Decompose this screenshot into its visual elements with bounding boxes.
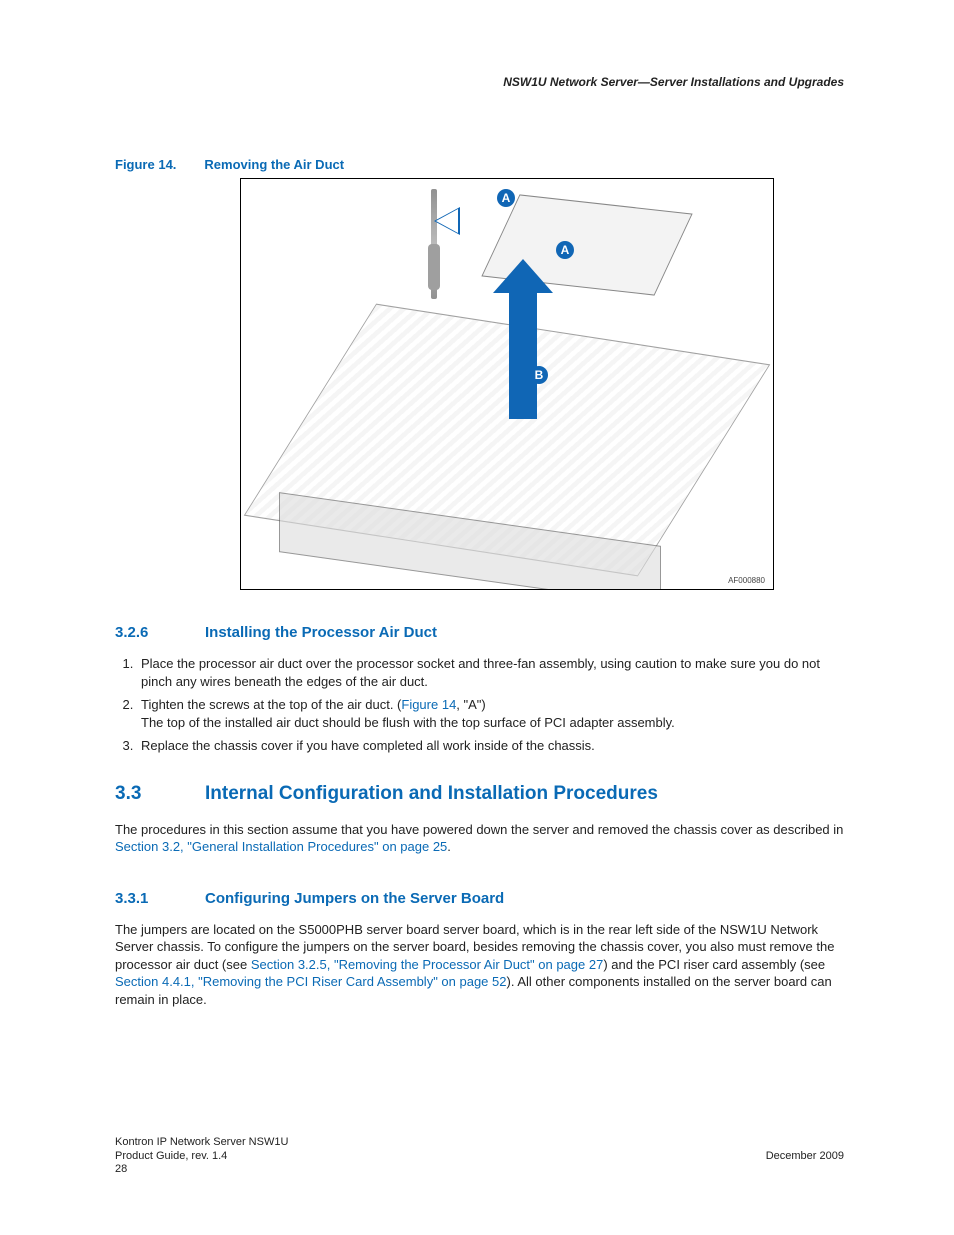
p2: ) and the PCI riser card assembly (see: [603, 957, 825, 972]
figure-image-id: AF000880: [728, 576, 765, 585]
heading-3-2-6: 3.2.6Installing the Processor Air Duct: [115, 624, 844, 641]
xref-figure-14[interactable]: Figure 14: [401, 697, 456, 712]
heading-3-3: 3.3Internal Configuration and Installati…: [115, 783, 844, 805]
section-3-3-1-paragraph: The jumpers are located on the S5000PHB …: [115, 921, 844, 1009]
install-steps-list: Place the processor air duct over the pr…: [115, 655, 844, 755]
heading-number: 3.3: [115, 783, 205, 805]
heading-text: Configuring Jumpers on the Server Board: [205, 890, 504, 907]
xref-section-3-2[interactable]: Section 3.2, "General Installation Proce…: [115, 839, 447, 854]
para-post: .: [447, 839, 451, 854]
heading-number: 3.2.6: [115, 624, 205, 641]
step-1: Place the processor air duct over the pr…: [137, 655, 844, 690]
footer-page-number: 28: [115, 1163, 288, 1177]
heading-text: Internal Configuration and Installation …: [205, 783, 658, 804]
step-3-text: Replace the chassis cover if you have co…: [141, 738, 595, 753]
step-2-line2: The top of the installed air duct should…: [141, 715, 675, 730]
running-header: NSW1U Network Server—Server Installation…: [115, 75, 844, 89]
figure-title: Removing the Air Duct: [204, 157, 344, 172]
section-3-3-paragraph: The procedures in this section assume th…: [115, 821, 844, 856]
step-2-pre: Tighten the screws at the top of the air…: [141, 697, 401, 712]
step-2-mid: , "A"): [456, 697, 485, 712]
xref-section-4-4-1[interactable]: Section 4.4.1, "Removing the PCI Riser C…: [115, 974, 507, 989]
heading-3-3-1: 3.3.1Configuring Jumpers on the Server B…: [115, 890, 844, 907]
figure-14-image: A A B AF000880: [240, 178, 774, 590]
xref-section-3-2-5[interactable]: Section 3.2.5, "Removing the Processor A…: [251, 957, 603, 972]
figure-caption: Figure 14. Removing the Air Duct: [115, 157, 844, 172]
heading-number: 3.3.1: [115, 890, 205, 907]
step-1-text: Place the processor air duct over the pr…: [141, 656, 820, 689]
step-3: Replace the chassis cover if you have co…: [137, 737, 844, 755]
step-2: Tighten the screws at the top of the air…: [137, 696, 844, 731]
heading-text: Installing the Processor Air Duct: [205, 624, 437, 641]
callout-b: B: [530, 366, 548, 384]
callout-a: A: [497, 189, 515, 207]
figure-label: Figure 14.: [115, 157, 176, 172]
footer-guide: Product Guide, rev. 1.4: [115, 1150, 288, 1164]
footer-date: December 2009: [766, 1150, 844, 1164]
callout-a2: A: [556, 241, 574, 259]
page-footer: Kontron IP Network Server NSW1U Product …: [115, 1136, 844, 1177]
footer-product: Kontron IP Network Server NSW1U: [115, 1136, 288, 1150]
para-pre: The procedures in this section assume th…: [115, 822, 843, 837]
